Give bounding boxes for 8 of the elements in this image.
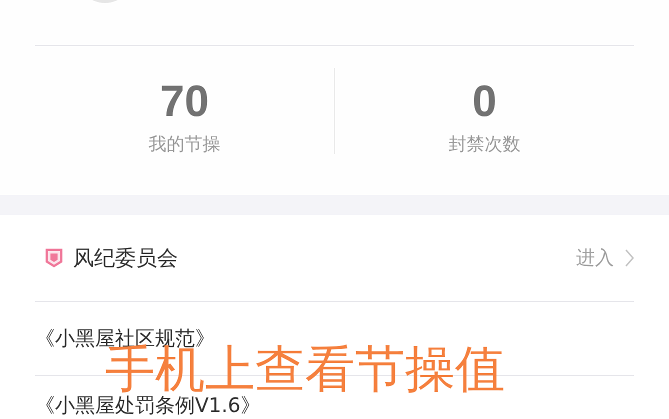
stat-label: 封禁次数 [448, 132, 520, 156]
stat-label: 我的节操 [148, 132, 220, 156]
shield-icon [45, 248, 63, 268]
stat-value: 0 [472, 76, 497, 126]
stat-value: 70 [160, 76, 209, 126]
rule-link[interactable]: 《小黑屋处罚条例V1.6》 [35, 394, 260, 416]
section-title: 风纪委员会 [73, 245, 178, 272]
chevron-icon [624, 247, 634, 269]
